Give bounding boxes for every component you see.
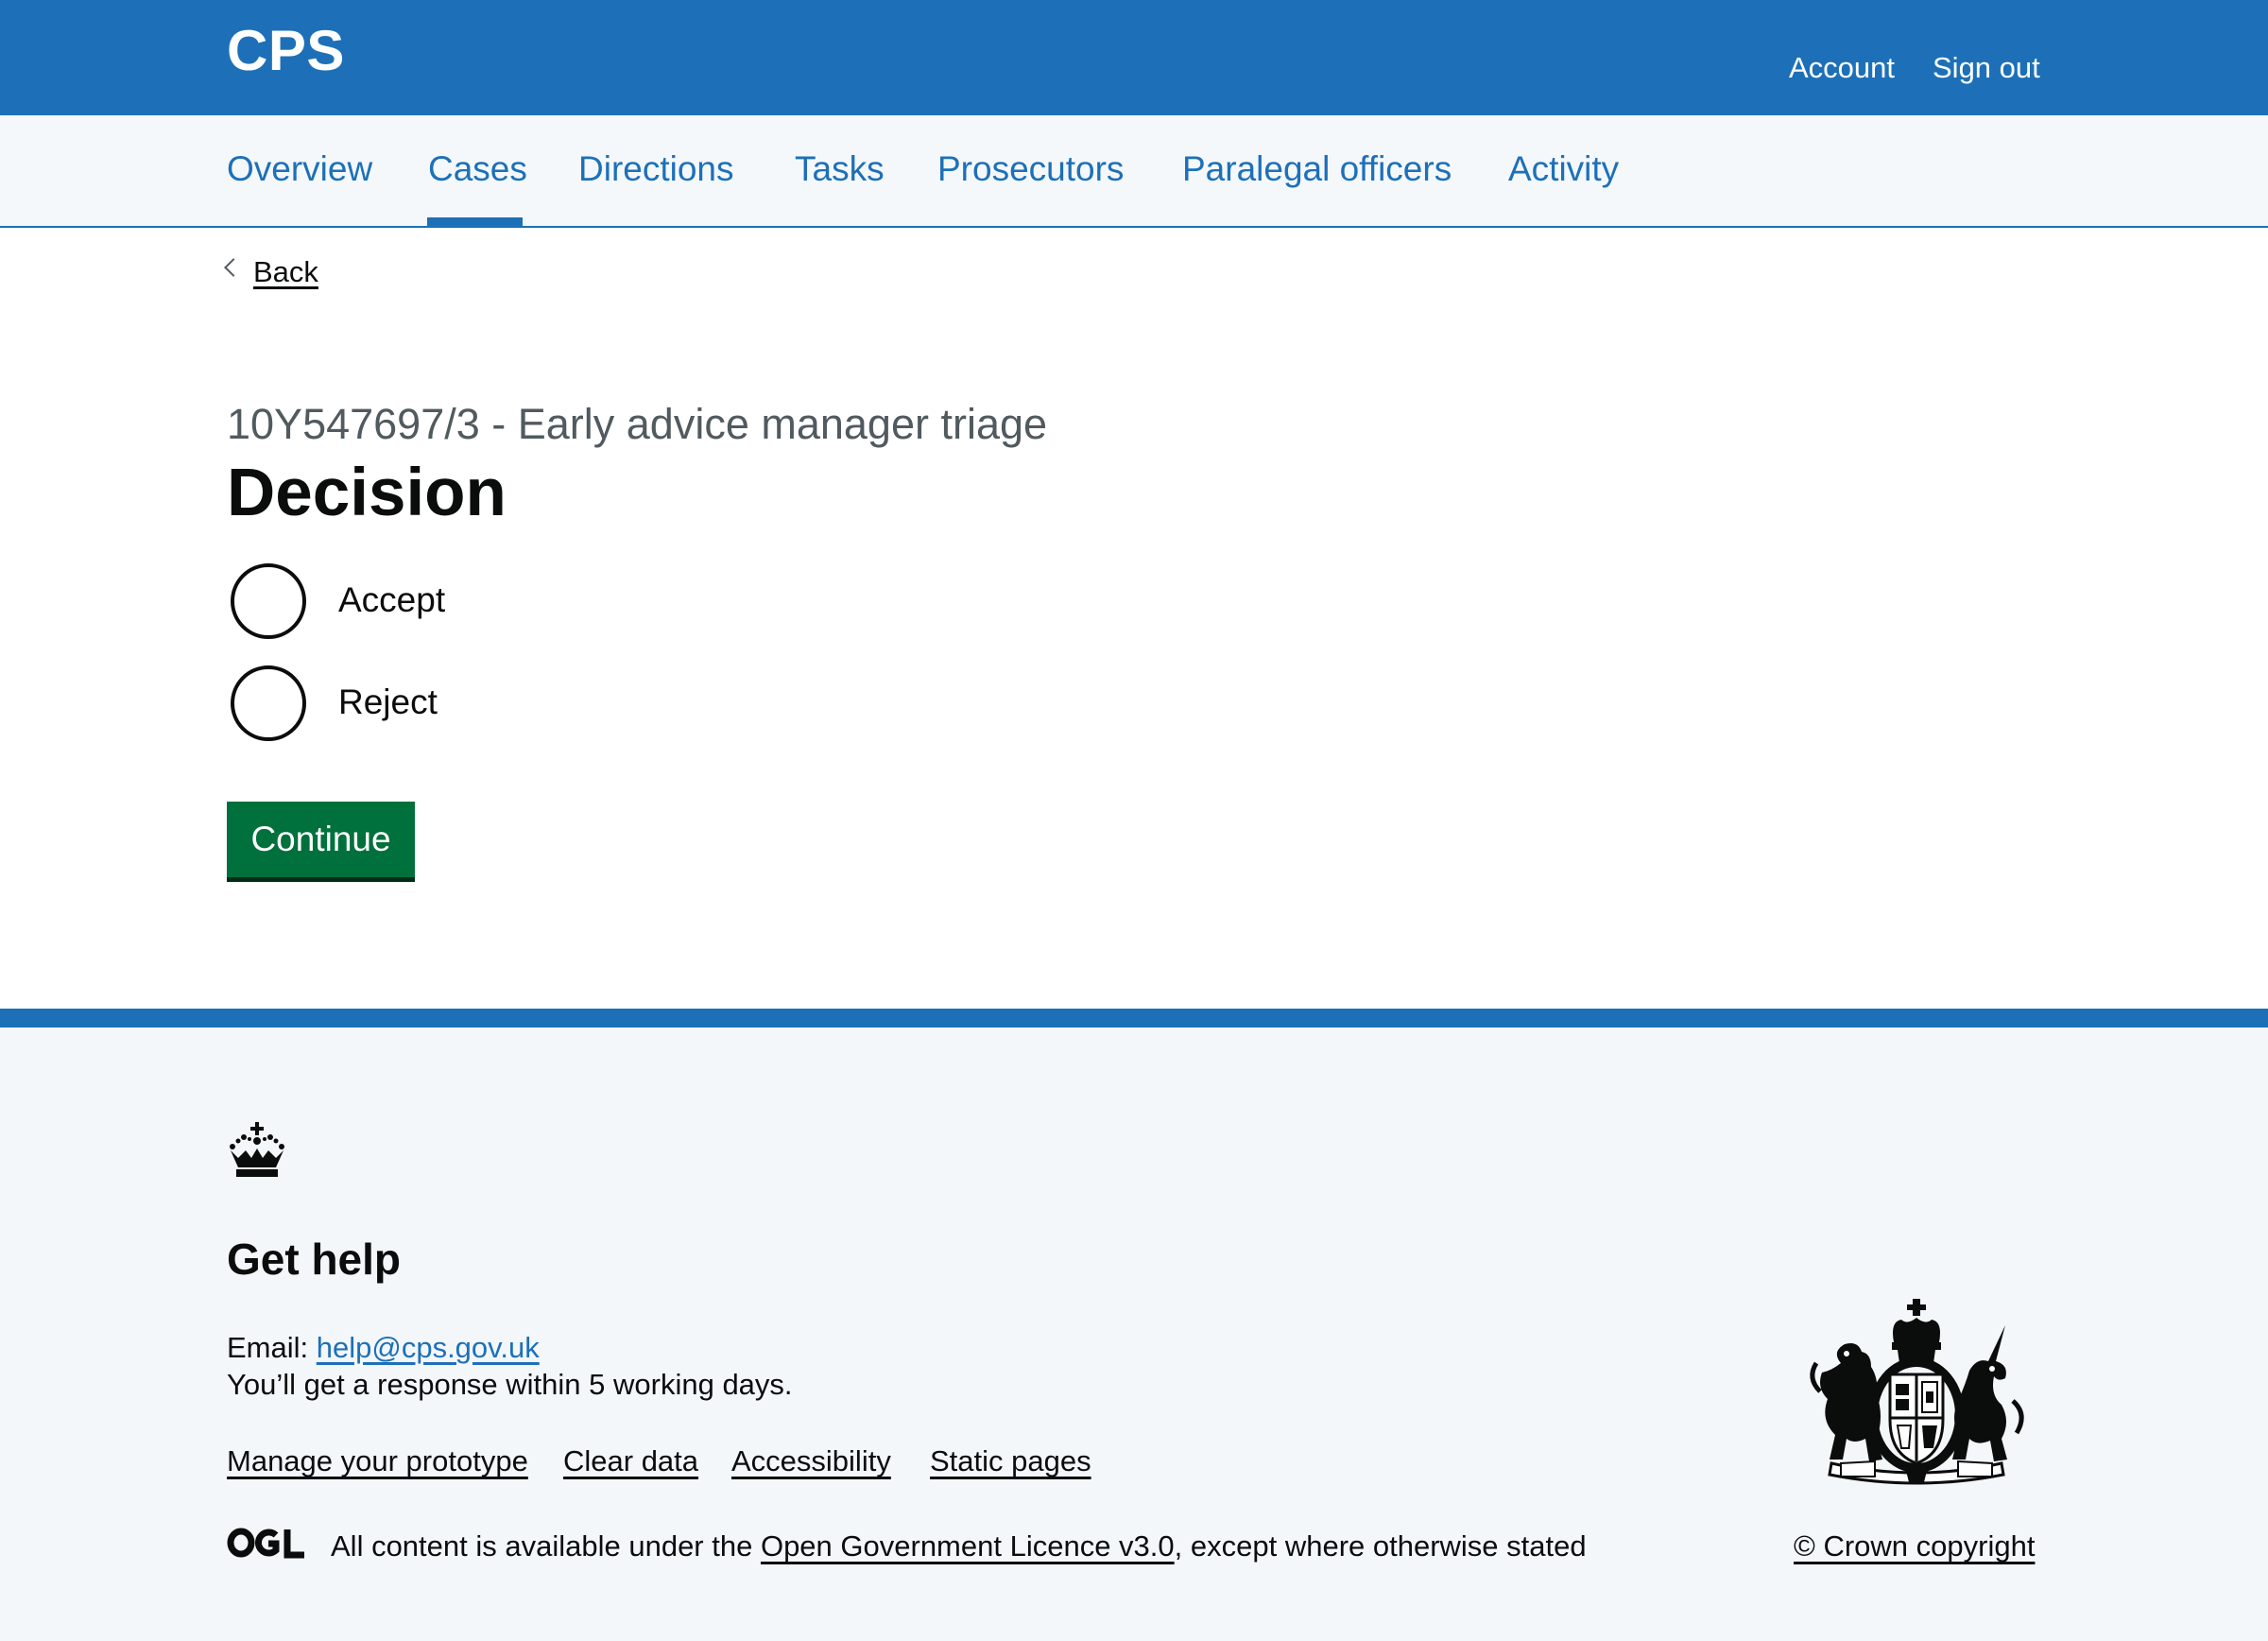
crown-icon <box>230 1122 284 1177</box>
nav-item-paralegal-officers[interactable]: Paralegal officers <box>1182 151 1452 186</box>
account-link[interactable]: Account <box>1789 53 1895 82</box>
radio-button[interactable] <box>231 563 306 639</box>
back-link[interactable]: Back <box>253 257 318 286</box>
licence-link[interactable]: Open Government Licence v3.0 <box>761 1529 1175 1563</box>
case-caption: 10Y547697/3 - Early advice manager triag… <box>227 400 1048 448</box>
response-time-text: You’ll get a response within 5 working d… <box>227 1368 793 1401</box>
sign-out-link[interactable]: Sign out <box>1933 53 2040 82</box>
site-footer: Get help Email: help@cps.gov.uk You’ll g… <box>0 1009 2268 1641</box>
licence-text: All content is available under the Open … <box>331 1531 1587 1561</box>
royal-coat-of-arms-icon <box>1810 1299 2024 1485</box>
radio-option-reject[interactable]: Reject <box>227 665 699 745</box>
nav-item-overview[interactable]: Overview <box>227 151 372 186</box>
footer-link-manage-prototype[interactable]: Manage your prototype <box>227 1446 528 1476</box>
active-nav-indicator <box>427 217 523 227</box>
radio-option-accept[interactable]: Accept <box>227 563 699 643</box>
crown-copyright-link[interactable]: © Crown copyright <box>1794 1531 2035 1561</box>
footer-help-title: Get help <box>227 1235 402 1284</box>
site-header: CPS Account Sign out <box>0 0 2268 115</box>
email-prefix: Email: <box>227 1331 317 1364</box>
radio-button[interactable] <box>231 665 306 741</box>
radio-label[interactable]: Accept <box>338 582 445 617</box>
licence-suffix: , except where otherwise stated <box>1174 1529 1587 1563</box>
service-logo[interactable]: CPS <box>227 23 345 79</box>
ogl-logo-icon <box>227 1528 304 1559</box>
continue-button[interactable]: Continue <box>227 802 415 877</box>
footer-link-clear-data[interactable]: Clear data <box>563 1446 698 1476</box>
licence-prefix: All content is available under the <box>331 1529 761 1563</box>
footer-link-accessibility[interactable]: Accessibility <box>731 1446 891 1476</box>
footer-link-static-pages[interactable]: Static pages <box>930 1446 1091 1476</box>
help-email-link[interactable]: help@cps.gov.uk <box>317 1331 540 1364</box>
primary-navigation: Overview Cases Directions Tasks Prosecut… <box>0 115 2268 228</box>
nav-item-cases[interactable]: Cases <box>428 151 527 186</box>
page-title: Decision <box>227 456 507 530</box>
nav-item-activity[interactable]: Activity <box>1508 151 1619 186</box>
radio-label[interactable]: Reject <box>338 684 438 719</box>
nav-item-directions[interactable]: Directions <box>578 151 734 186</box>
nav-item-tasks[interactable]: Tasks <box>795 151 885 186</box>
nav-item-prosecutors[interactable]: Prosecutors <box>937 151 1124 186</box>
chevron-left-icon <box>224 258 243 277</box>
footer-email-line: Email: help@cps.gov.uk <box>227 1333 540 1362</box>
